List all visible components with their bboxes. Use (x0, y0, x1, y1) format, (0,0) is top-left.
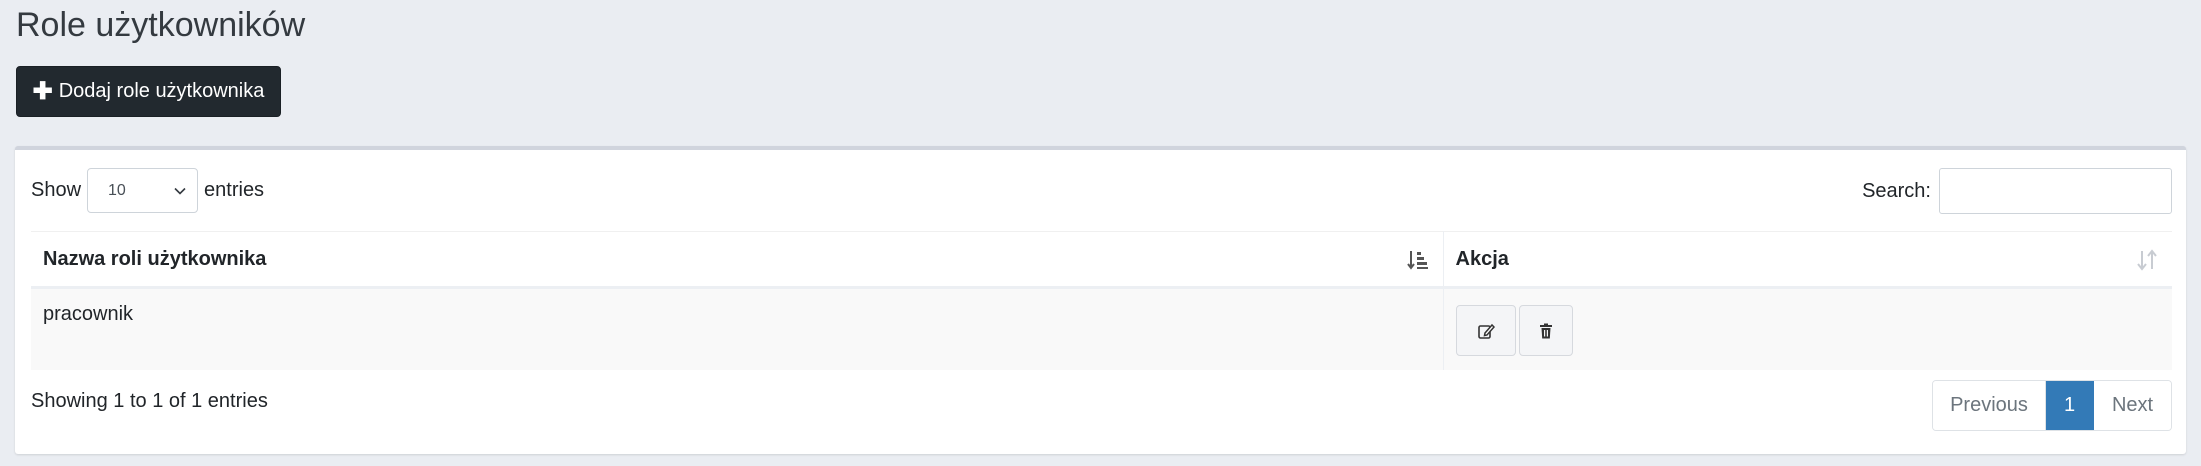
page-button-1[interactable]: 1 (2046, 381, 2094, 430)
roles-card: Show 10 entries Search: Nazwa roli użytk… (15, 146, 2186, 454)
next-page-button[interactable]: Next (2094, 381, 2171, 430)
edit-button[interactable] (1455, 305, 1516, 356)
page-title: Role użytkowników (16, 6, 306, 44)
table-header-row: Nazwa roli użytkownika Akcja (31, 231, 2172, 289)
search-input[interactable] (1939, 168, 2172, 214)
column-header-role-name[interactable]: Nazwa roli użytkownika (31, 231, 1444, 289)
edit-icon (1477, 323, 1495, 339)
table-row: pracownik (31, 287, 2172, 370)
entries-length-control: Show 10 entries (31, 168, 264, 213)
column-header-actions-label: Akcja (1455, 247, 1509, 270)
roles-table: Nazwa roli użytkownika Akcja pracownik (31, 231, 2172, 370)
table-info: Showing 1 to 1 of 1 entries (31, 390, 268, 412)
delete-button[interactable] (1518, 305, 1573, 356)
add-role-button[interactable]: ✚ Dodaj role użytkownika (16, 66, 281, 117)
actions-cell (1443, 287, 2172, 370)
entries-select[interactable]: 10 (87, 168, 199, 213)
entries-label: entries (204, 179, 265, 201)
column-header-role-name-label: Nazwa roli użytkownika (43, 247, 267, 270)
sort-ascending-icon (1406, 251, 1428, 270)
plus-icon: ✚ (32, 77, 53, 105)
add-role-button-label: Dodaj role użytkownika (58, 80, 265, 102)
pagination: Previous 1 Next (1932, 380, 2172, 431)
chevron-down-icon (174, 187, 186, 195)
sort-both-icon (2137, 249, 2157, 271)
column-header-actions[interactable]: Akcja (1443, 231, 2172, 289)
trash-icon (1539, 323, 1552, 338)
search-label: Search: (1862, 179, 1931, 202)
show-label: Show (31, 179, 82, 201)
role-name-cell: pracownik (31, 287, 1444, 370)
previous-page-button[interactable]: Previous (1933, 381, 2046, 430)
search-control: Search: (1862, 168, 2172, 214)
entries-select-value: 10 (108, 181, 126, 199)
